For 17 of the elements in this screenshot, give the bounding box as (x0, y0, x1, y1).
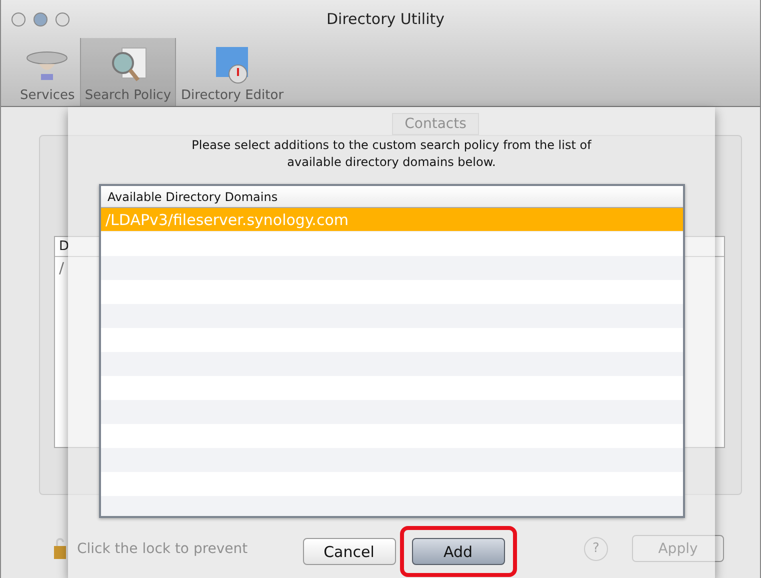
column-header[interactable]: Available Directory Domains (100, 186, 682, 208)
help-button[interactable]: ? (584, 536, 608, 560)
toolbar-item[interactable]: Search Policy (80, 38, 176, 106)
toolbar-item[interactable]: Directory Editor (176, 38, 289, 106)
tab[interactable]: Contacts (392, 113, 480, 135)
lock-icon[interactable] (53, 538, 67, 560)
instruction-text: Please select additions to the custom search policy from the list of available directory domains below. (190, 137, 593, 171)
apply-button[interactable]: Apply (632, 535, 724, 562)
window-control-icon[interactable] (11, 12, 26, 26)
lock-text: Click the lock to prevent (77, 540, 248, 556)
window-control-icon[interactable] (33, 12, 48, 26)
dialog-button[interactable]: Add (412, 538, 504, 565)
toolbar-item[interactable]: Services (15, 38, 80, 106)
window-control-icon[interactable] (55, 12, 70, 26)
table-cell-text: / (58, 258, 66, 279)
window-title: Directory Utility (326, 10, 445, 28)
dialog-button[interactable]: Cancel (302, 538, 396, 565)
